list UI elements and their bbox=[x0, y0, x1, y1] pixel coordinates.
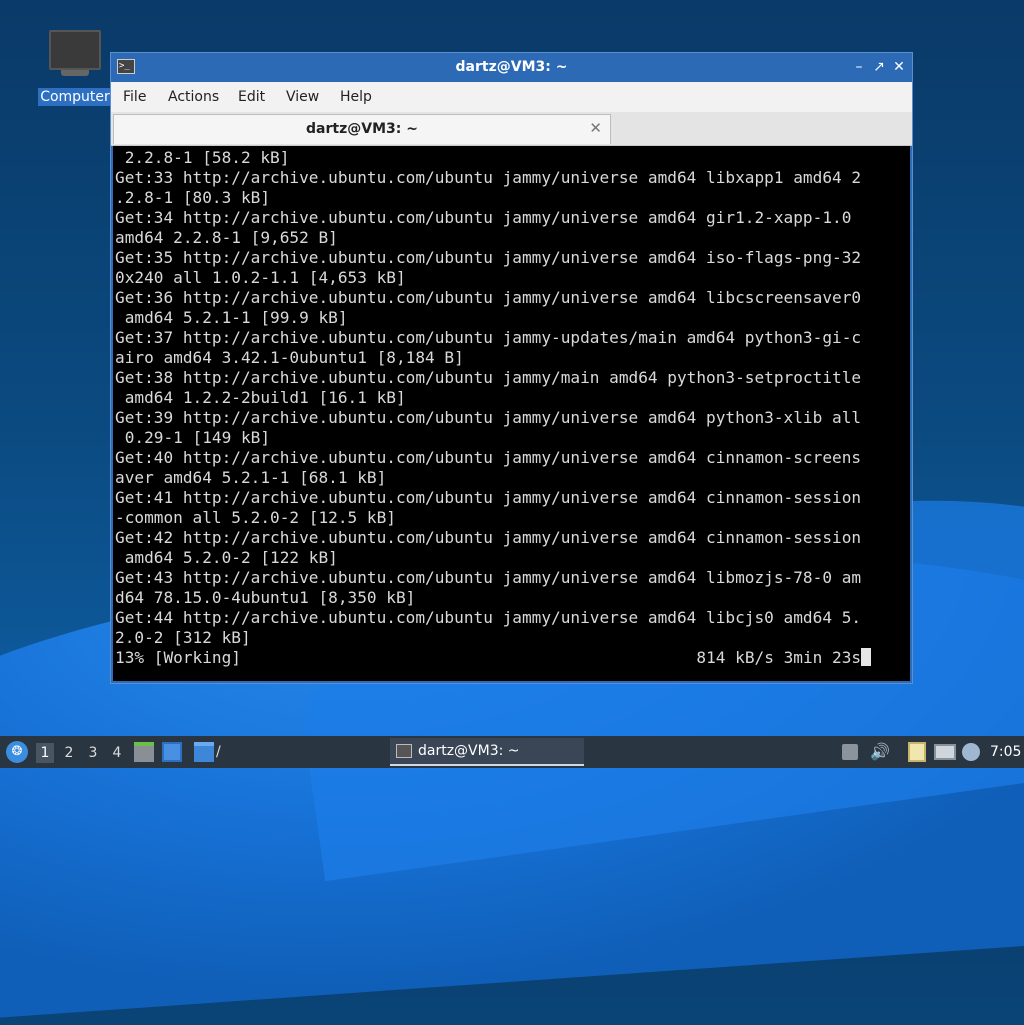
terminal-line: -common all 5.2.0-2 [12.5 kB] bbox=[115, 508, 396, 527]
terminal-line: amd64 1.2.2-2build1 [16.1 kB] bbox=[115, 388, 406, 407]
terminal-line: Get:38 http://archive.ubuntu.com/ubuntu … bbox=[115, 368, 862, 387]
terminal-line: aver amd64 5.2.1-1 [68.1 kB] bbox=[115, 468, 387, 487]
progress-status: 13% [Working] bbox=[115, 648, 241, 667]
transfer-rate: 814 kB/s 3min 23s bbox=[696, 648, 862, 667]
close-button[interactable]: ✕ bbox=[889, 57, 909, 77]
desktop-icon-label: Computer bbox=[38, 88, 112, 106]
terminal-line: .2.8-1 [80.3 kB] bbox=[115, 188, 271, 207]
terminal-output[interactable]: 2.2.8-1 [58.2 kB] Get:33 http://archive.… bbox=[113, 146, 910, 681]
window-title: dartz@VM3: ~ bbox=[455, 59, 568, 75]
notifications-icon[interactable] bbox=[962, 743, 980, 761]
terminal-line: airo amd64 3.42.1-0ubuntu1 [8,184 B] bbox=[115, 348, 464, 367]
terminal-line: Get:34 http://archive.ubuntu.com/ubuntu … bbox=[115, 208, 852, 227]
menu-actions[interactable]: Actions bbox=[168, 89, 219, 105]
volume-icon[interactable]: 🔊 bbox=[870, 742, 890, 762]
terminal-line: 0.29-1 [149 kB] bbox=[115, 428, 271, 447]
maximize-button[interactable]: ↗ bbox=[869, 57, 889, 77]
workspace-1[interactable]: 1 bbox=[36, 743, 54, 763]
taskbar: ❂ 1 2 3 4 / dartz@VM3: ~ 🔊 7:05 bbox=[0, 736, 1024, 768]
terminal-line: 0x240 all 1.0.2-1.1 [4,653 kB] bbox=[115, 268, 406, 287]
menu-file[interactable]: File bbox=[123, 89, 146, 105]
terminal-line: amd64 5.2.0-2 [122 kB] bbox=[115, 548, 338, 567]
terminal-line: Get:35 http://archive.ubuntu.com/ubuntu … bbox=[115, 248, 862, 267]
terminal-line: amd64 2.2.8-1 [9,652 B] bbox=[115, 228, 338, 247]
network-icon[interactable] bbox=[934, 744, 956, 760]
clock[interactable]: 7:05 bbox=[990, 736, 1021, 768]
workspace-4[interactable]: 4 bbox=[108, 743, 126, 763]
terminal-cursor bbox=[861, 648, 872, 666]
terminal-text: 2.2.8-1 [58.2 kB] Get:33 http://archive.… bbox=[113, 146, 910, 668]
terminal-line: Get:33 http://archive.ubuntu.com/ubuntu … bbox=[115, 168, 862, 187]
terminal-line: Get:42 http://archive.ubuntu.com/ubuntu … bbox=[115, 528, 862, 547]
show-desktop-icon[interactable] bbox=[134, 742, 154, 762]
file-manager-icon[interactable] bbox=[194, 742, 214, 762]
workspace-3[interactable]: 3 bbox=[84, 743, 102, 763]
terminal-line: Get:36 http://archive.ubuntu.com/ubuntu … bbox=[115, 288, 862, 307]
tab-terminal[interactable]: dartz@VM3: ~ ✕ bbox=[113, 114, 611, 144]
desktop-switch-icon[interactable] bbox=[162, 742, 182, 762]
terminal-line: Get:44 http://archive.ubuntu.com/ubuntu … bbox=[115, 608, 862, 627]
tab-close-icon[interactable]: ✕ bbox=[589, 119, 602, 137]
progress-status-line: 13% [Working] 814 kB/s 3min 23s bbox=[115, 648, 872, 667]
terminal-window: >_ dartz@VM3: ~ – ↗ ✕ File Actions Edit … bbox=[110, 52, 913, 684]
taskbar-window-title: dartz@VM3: ~ bbox=[418, 743, 520, 759]
terminal-line: 2.2.8-1 [58.2 kB] bbox=[115, 148, 290, 167]
terminal-icon bbox=[396, 744, 412, 758]
terminal-line: 2.0-2 [312 kB] bbox=[115, 628, 251, 647]
menu-edit[interactable]: Edit bbox=[238, 89, 265, 105]
menu-help[interactable]: Help bbox=[340, 89, 372, 105]
terminal-line: Get:40 http://archive.ubuntu.com/ubuntu … bbox=[115, 448, 862, 467]
terminal-line: d64 78.15.0-4ubuntu1 [8,350 kB] bbox=[115, 588, 416, 607]
terminal-line: Get:41 http://archive.ubuntu.com/ubuntu … bbox=[115, 488, 862, 507]
launcher-separator: / bbox=[216, 744, 221, 760]
clipboard-icon[interactable] bbox=[908, 742, 926, 762]
window-titlebar[interactable]: >_ dartz@VM3: ~ – ↗ ✕ bbox=[111, 53, 912, 82]
tab-title: dartz@VM3: ~ bbox=[306, 121, 418, 137]
terminal-line: Get:39 http://archive.ubuntu.com/ubuntu … bbox=[115, 408, 862, 427]
taskbar-window-button[interactable]: dartz@VM3: ~ bbox=[390, 738, 584, 766]
minimize-button[interactable]: – bbox=[849, 57, 869, 77]
terminal-line: amd64 5.2.1-1 [99.9 kB] bbox=[115, 308, 348, 327]
computer-icon bbox=[49, 30, 101, 70]
menu-bar: File Actions Edit View Help bbox=[111, 82, 912, 112]
desktop-icon-computer[interactable]: Computer bbox=[38, 30, 112, 106]
terminal-line: Get:43 http://archive.ubuntu.com/ubuntu … bbox=[115, 568, 862, 587]
tab-bar: dartz@VM3: ~ ✕ bbox=[111, 112, 912, 146]
menu-view[interactable]: View bbox=[286, 89, 319, 105]
menu-logo-icon[interactable]: ❂ bbox=[6, 741, 28, 763]
tray-arrow-icon[interactable] bbox=[842, 744, 858, 760]
terminal-line: Get:37 http://archive.ubuntu.com/ubuntu … bbox=[115, 328, 862, 347]
workspace-2[interactable]: 2 bbox=[60, 743, 78, 763]
